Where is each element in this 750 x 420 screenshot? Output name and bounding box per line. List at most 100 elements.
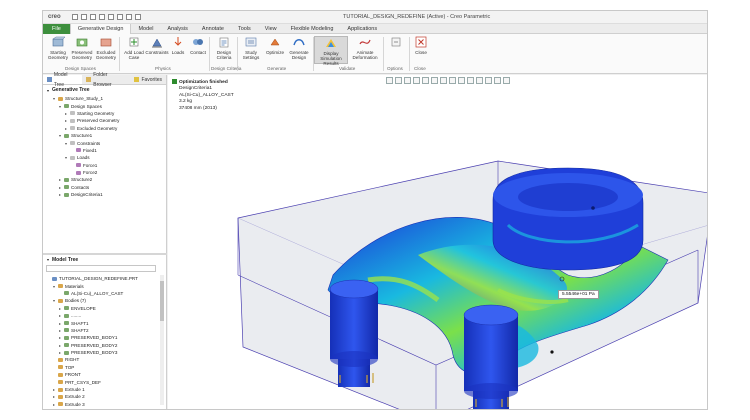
model-tree-item[interactable]: ▸ PRESERVED_BODY2 (43, 342, 167, 349)
model-tree-item[interactable]: ▸ Extrude 2 (43, 393, 167, 400)
tab-analysis[interactable]: Analysis (160, 24, 194, 34)
model-tree-item[interactable]: TOP (43, 364, 167, 371)
new-file-icon[interactable] (72, 14, 78, 20)
tree-item-label: Preserved Geometry (77, 118, 120, 124)
generative-tree-item[interactable]: ▸ Contacts (43, 184, 166, 191)
tree-node-icon (58, 372, 63, 377)
regenerate-icon[interactable] (117, 14, 123, 20)
model-tree-item[interactable]: TUTORIAL_DESIGN_REDEFINE.PRT (43, 275, 167, 282)
model-tree-item[interactable]: ▸ SHAFT1 (43, 319, 167, 326)
collapse-icon[interactable]: ▾ (47, 257, 49, 262)
model-tree-item[interactable]: PRT_CSYS_DEF (43, 378, 167, 385)
tree-item-label: PRESERVED_BODY1 (71, 335, 118, 341)
generative-tree-item[interactable]: ▾ Design Spaces (43, 102, 166, 109)
scrollbar-thumb[interactable] (160, 281, 164, 321)
graphics-window[interactable]: Optimization finished DesignCriteria1 AL… (168, 75, 708, 410)
tree-node-icon (70, 141, 75, 146)
model-tree-item[interactable]: ▸ Extrude 1 (43, 386, 167, 393)
shaft-right[interactable] (463, 304, 519, 410)
study-settings-icon (245, 37, 257, 47)
undo-icon[interactable] (99, 14, 105, 20)
ribbon: Starting Geometry Preserved Geometry Exclu… (43, 34, 707, 74)
tree-node-icon (70, 126, 75, 131)
collapse-icon[interactable]: ▾ (47, 88, 49, 93)
tree-node-icon (64, 192, 69, 197)
save-icon[interactable] (90, 14, 96, 20)
model-tree-header[interactable]: ▾ Model Tree (43, 255, 167, 264)
tree-node-icon (64, 343, 69, 348)
model-tree-item[interactable]: ▸ SHAFT2 (43, 327, 167, 334)
tab-flexible-modeling[interactable]: Flexible Modeling (284, 24, 341, 34)
tab-model-tree[interactable]: Model Tree (43, 72, 83, 88)
preserved-geometry-button[interactable]: Preserved Geometry (69, 36, 95, 60)
model-viewport[interactable] (168, 75, 708, 410)
close-icon (415, 36, 427, 48)
expand-toggle-icon[interactable]: ▸ (53, 409, 58, 410)
tab-annotate[interactable]: Annotate (195, 24, 231, 34)
generative-tree-item[interactable]: ▸ Preserved Geometry (43, 117, 166, 124)
model-tree-item[interactable]: AL(Si-Cu)_ALLOY_CAST (43, 290, 167, 297)
generative-tree-item[interactable]: ▸ DesignCriteria1 (43, 191, 166, 198)
generative-tree-item[interactable]: ▸ Excluded Geometry (43, 125, 166, 132)
animate-deformation-button[interactable]: Animate Deformation (350, 36, 380, 60)
model-tree-item[interactable]: ▸ ENVELOPE (43, 305, 167, 312)
generative-tree-item[interactable]: ▾ Structure1 (43, 132, 166, 139)
optimize-button[interactable]: Optimize (262, 36, 288, 55)
model-tree-item[interactable]: ▸ PRESERVED_BODY1 (43, 334, 167, 341)
generative-tree-item[interactable]: ▸ Starting Geometry (43, 110, 166, 117)
generative-tree-item[interactable]: ▾ Constraints (43, 139, 166, 146)
windows-icon[interactable] (126, 14, 132, 20)
generative-tree-item[interactable]: ▾ Loads (43, 154, 166, 161)
display-simulation-results-button[interactable]: Display Simulation Results (314, 36, 348, 66)
model-tree-item[interactable]: RIGHT (43, 356, 167, 363)
tree-item-label: PRT_CSYS_DEF (65, 379, 101, 385)
excluded-geometry-icon (100, 38, 112, 47)
options-button[interactable] (385, 36, 407, 50)
tree-node-icon (58, 394, 63, 399)
tab-favorites[interactable]: Favorites (130, 75, 166, 84)
tree-item-label: Loads (77, 155, 90, 161)
simulation-results-icon (326, 39, 336, 47)
model-tree-item[interactable]: FRONT (43, 371, 167, 378)
generate-design-button[interactable]: Generate Design (286, 36, 312, 60)
excluded-geometry-button[interactable]: Excluded Geometry (93, 36, 119, 60)
tab-generative-design[interactable]: Generative Design (69, 23, 132, 34)
tab-model[interactable]: Model (131, 24, 160, 34)
study-settings-button[interactable]: Study Settings (238, 36, 264, 60)
tree-node-icon (58, 284, 63, 289)
generative-tree-item[interactable]: Force1 (43, 162, 166, 169)
model-tree-item[interactable]: ▸ Extrude 3 (43, 401, 167, 408)
design-criteria-button[interactable]: Design Criteria (211, 36, 237, 60)
tab-view[interactable]: View (258, 24, 284, 34)
model-tree-icon (47, 77, 52, 82)
tree-item-label: TOP (65, 364, 75, 370)
optimize-icon (270, 38, 280, 46)
generative-tree-item[interactable]: ▸ Structure2 (43, 176, 166, 183)
generative-tree: ▾ Structure_Study_1 ▾ Design Spaces ▸ Startin… (43, 95, 166, 198)
tab-applications[interactable]: Applications (340, 24, 384, 34)
close-button[interactable]: Close (410, 36, 432, 55)
group-options: Options (387, 66, 403, 71)
tree-item-label: Fixed1 (83, 147, 97, 153)
model-tree-item[interactable]: ▸ Extrude 4 (43, 408, 167, 410)
tab-file[interactable]: File (43, 23, 70, 34)
tree-node-icon (64, 306, 69, 311)
generative-tree-item[interactable]: Fixed1 (43, 147, 166, 154)
model-tree-scrollbar[interactable] (160, 275, 164, 405)
tab-folder-browser[interactable]: Folder Browser (82, 72, 130, 88)
model-tree-item[interactable]: ▸ PRESERVED_BODY3 (43, 349, 167, 356)
model-tree-item[interactable]: ▾ Materials (43, 282, 167, 289)
tab-tools[interactable]: Tools (231, 24, 258, 34)
generative-tree-item[interactable]: ▾ Structure_Study_1 (43, 95, 166, 102)
model-tree-search-input[interactable] (46, 265, 156, 272)
redo-icon[interactable] (108, 14, 114, 20)
starting-geometry-button[interactable]: Starting Geometry (45, 36, 71, 60)
model-tree-item[interactable]: ▾ Bodies (7) (43, 297, 167, 304)
constraints-icon (152, 38, 162, 48)
tree-item-label: Extrude 2 (65, 394, 85, 400)
open-file-icon[interactable] (81, 14, 87, 20)
close-window-icon[interactable] (135, 14, 141, 20)
generative-tree-item[interactable]: Force2 (43, 169, 166, 176)
model-tree-item[interactable]: ▸........ (43, 312, 167, 319)
contact-button[interactable]: Contact (185, 36, 211, 55)
